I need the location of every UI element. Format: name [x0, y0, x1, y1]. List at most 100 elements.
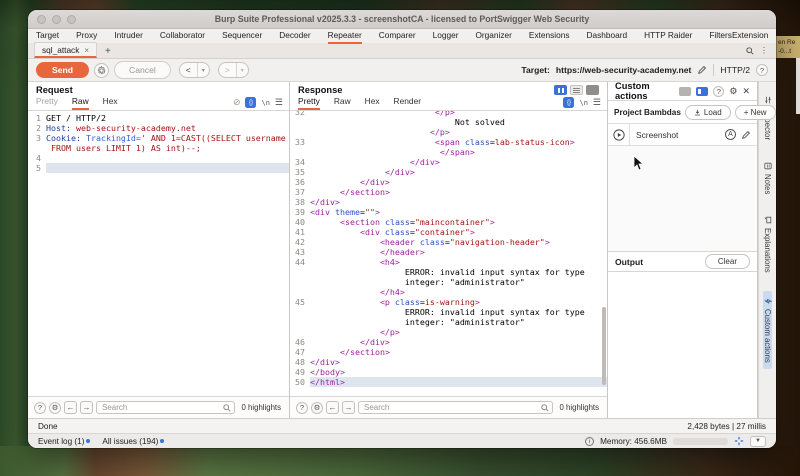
response-editor[interactable]: 32 </p> Not solved </p>33 <span class=la…: [290, 111, 607, 396]
code-row[interactable]: 38</div>: [290, 197, 607, 207]
show-nonprinting-icon[interactable]: \n: [261, 99, 269, 107]
clear-output-button[interactable]: Clear: [705, 254, 750, 269]
menu-item-proxy[interactable]: Proxy: [76, 29, 97, 44]
show-nonprinting-icon[interactable]: \n: [579, 99, 587, 107]
code-row[interactable]: integer: "administrator": [290, 277, 607, 287]
search-settings-icon[interactable]: ⚙: [311, 402, 323, 414]
send-button[interactable]: Send: [36, 62, 89, 78]
dock-right-icon[interactable]: [696, 87, 708, 96]
menu-item-target[interactable]: Target: [36, 29, 59, 44]
code-row[interactable]: ERROR: invalid input syntax for type: [290, 267, 607, 277]
search-tabs-icon[interactable]: [746, 47, 754, 55]
request-search-input[interactable]: [96, 401, 235, 414]
search-next-button[interactable]: →: [342, 401, 355, 414]
code-row[interactable]: 49</body>: [290, 367, 607, 377]
repeater-tab-sql-attack[interactable]: sql_attack ×: [34, 42, 97, 58]
code-row[interactable]: Not solved: [290, 117, 607, 127]
code-row[interactable]: 40 <section class="maincontainer">: [290, 217, 607, 227]
code-row[interactable]: 34 </div>: [290, 157, 607, 167]
tab-overflow-menu-icon[interactable]: ⋮: [760, 46, 768, 55]
menu-item-http-raider[interactable]: HTTP Raider: [644, 29, 692, 44]
response-tab-raw[interactable]: Raw: [334, 96, 351, 110]
run-action-cell[interactable]: [608, 124, 630, 145]
code-row[interactable]: 45 <p class=is-warning>: [290, 297, 607, 307]
edit-pencil-icon[interactable]: [741, 130, 751, 140]
expand-status-chevron-icon[interactable]: ▼: [750, 436, 766, 447]
search-prev-button[interactable]: ←: [64, 401, 77, 414]
close-panel-icon[interactable]: ✕: [742, 86, 750, 97]
cancel-button[interactable]: Cancel: [114, 61, 171, 79]
layout-columns-icon[interactable]: [554, 85, 567, 95]
request-tab-pretty[interactable]: Pretty: [36, 96, 58, 110]
code-row[interactable]: 5: [32, 163, 289, 173]
code-row[interactable]: FROM users LIMIT 1) AS int)--;: [32, 143, 289, 153]
code-row[interactable]: </h4>: [290, 287, 607, 297]
menu-item-extensions[interactable]: Extensions: [529, 29, 570, 44]
code-row[interactable]: </p>: [290, 327, 607, 337]
garbage-collect-icon[interactable]: [734, 436, 744, 446]
menu-item-comparer[interactable]: Comparer: [379, 29, 416, 44]
info-icon[interactable]: i: [585, 437, 594, 446]
auto-run-icon[interactable]: A: [725, 129, 736, 140]
sidebar-tab-explanations[interactable]: Explanations: [763, 212, 772, 277]
menu-item-decoder[interactable]: Decoder: [279, 29, 310, 44]
request-tab-hex[interactable]: Hex: [103, 96, 118, 110]
layout-rows-icon[interactable]: [570, 85, 583, 95]
send-settings-button[interactable]: [94, 63, 109, 78]
close-tab-icon[interactable]: ×: [84, 46, 89, 55]
menu-item-collaborator[interactable]: Collaborator: [160, 29, 205, 44]
search-prev-button[interactable]: ←: [326, 401, 339, 414]
menu-item-intruder[interactable]: Intruder: [114, 29, 143, 44]
code-row[interactable]: 1GET / HTTP/2: [32, 113, 289, 123]
code-row[interactable]: 42 <header class="navigation-header">: [290, 237, 607, 247]
forward-history-button[interactable]: > ▾: [218, 62, 249, 78]
syntax-highlight-icon[interactable]: {}: [245, 97, 256, 108]
request-editor[interactable]: 1GET / HTTP/22Host: web-security-academy…: [28, 111, 289, 396]
help-icon[interactable]: ?: [713, 86, 724, 97]
syntax-highlight-icon[interactable]: {}: [563, 97, 574, 108]
protocol-label[interactable]: HTTP/2: [720, 65, 750, 75]
sidebar-tab-notes[interactable]: Notes: [763, 158, 772, 198]
search-settings-icon[interactable]: ⚙: [49, 402, 61, 414]
search-help-icon[interactable]: ?: [34, 402, 46, 414]
all-issues-button[interactable]: All issues (194): [102, 437, 158, 446]
add-tab-button[interactable]: +: [105, 46, 111, 58]
response-tab-pretty[interactable]: Pretty: [298, 96, 320, 110]
forward-history-dropdown-icon[interactable]: ▾: [236, 63, 248, 77]
event-log-button[interactable]: Event log (1): [38, 437, 84, 446]
code-row[interactable]: 33 <span class=lab-status-icon>: [290, 137, 607, 147]
code-row[interactable]: </span>: [290, 147, 607, 157]
code-row[interactable]: 43 </header>: [290, 247, 607, 257]
editor-menu-icon[interactable]: ☰: [275, 98, 283, 107]
code-row[interactable]: 46 </div>: [290, 337, 607, 347]
code-row[interactable]: 4: [32, 153, 289, 163]
menu-item-sequencer[interactable]: Sequencer: [222, 29, 262, 44]
menu-item-repeater[interactable]: Repeater: [328, 29, 362, 44]
code-row[interactable]: </p>: [290, 127, 607, 137]
menu-item-logger[interactable]: Logger: [433, 29, 459, 44]
menu-item-dashboard[interactable]: Dashboard: [587, 29, 628, 44]
request-tab-raw[interactable]: Raw: [72, 96, 89, 110]
code-row[interactable]: 35 </div>: [290, 167, 607, 177]
response-search-input[interactable]: [358, 401, 553, 414]
search-help-icon[interactable]: ?: [296, 402, 308, 414]
dock-left-icon[interactable]: [679, 87, 691, 96]
sidebar-tab-custom-actions[interactable]: Custom actions: [763, 291, 772, 369]
code-row[interactable]: 48</div>: [290, 357, 607, 367]
code-row[interactable]: 36 </div>: [290, 177, 607, 187]
code-row[interactable]: integer: "administrator": [290, 317, 607, 327]
editor-menu-icon[interactable]: ☰: [593, 98, 601, 107]
code-row[interactable]: 50</html>: [290, 377, 607, 387]
menu-item-organizer[interactable]: Organizer: [475, 29, 511, 44]
search-next-button[interactable]: →: [80, 401, 93, 414]
response-tab-hex[interactable]: Hex: [365, 96, 380, 110]
menu-item-filtersextension[interactable]: FiltersExtension: [709, 29, 768, 44]
code-row[interactable]: ERROR: invalid input syntax for type: [290, 307, 607, 317]
response-scrollbar[interactable]: [602, 307, 606, 385]
back-history-button[interactable]: < ▾: [179, 62, 210, 78]
load-button[interactable]: Load: [685, 105, 731, 120]
help-icon[interactable]: ?: [756, 64, 768, 76]
code-row[interactable]: 3Cookie: TrackingId=' AND 1=CAST((SELECT…: [32, 133, 289, 143]
code-row[interactable]: 47 </section>: [290, 347, 607, 357]
layout-single-icon[interactable]: [586, 85, 599, 95]
